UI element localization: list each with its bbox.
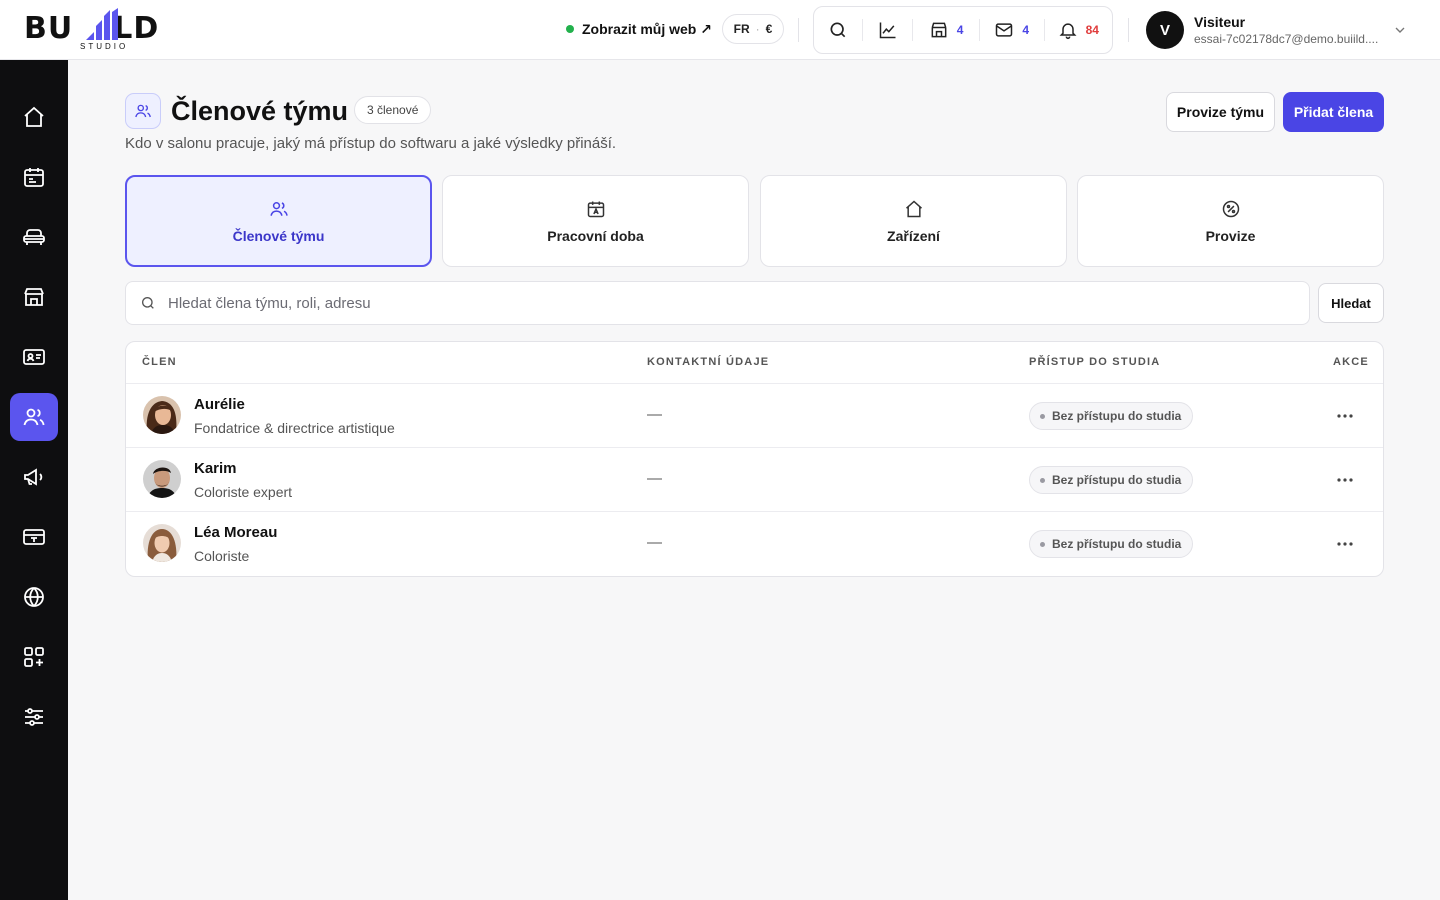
chair-icon [23,229,45,245]
header-tools: 4 4 84 [813,6,1113,54]
member-name: Léa Moreau [194,524,278,541]
column-header-contact: KONTAKTNÍ ÚDAJE [647,356,770,368]
divider [1128,18,1129,42]
stats-button[interactable] [863,7,913,53]
column-header-access: PŘÍSTUP DO STUDIA [1029,356,1161,368]
sidebar-item-apps[interactable] [10,633,58,681]
sliders-icon [25,708,43,726]
more-horizontal-icon [1337,542,1353,546]
sidebar-item-services[interactable] [10,213,58,261]
mail-icon [996,23,1013,37]
avatar [143,524,181,562]
sidebar-item-clients[interactable] [10,333,58,381]
table-header: ČLEN KONTAKTNÍ ÚDAJE PŘÍSTUP DO STUDIA A… [126,342,1383,384]
member-role: Coloriste [194,548,250,564]
bell-icon [1059,23,1077,40]
search-input[interactable] [168,294,1268,312]
more-horizontal-icon [1337,478,1353,482]
more-horizontal-icon [1337,414,1353,418]
avatar [143,460,181,498]
tab-team-members[interactable]: Členové týmu [125,175,432,267]
team-icon [269,201,288,216]
user-name: Visiteur [1194,14,1246,30]
megaphone-icon [24,468,43,486]
user-menu[interactable]: V Visiteur essai-7c02178dc7@demo.buiild.… [1146,10,1378,50]
contact-info: — [647,534,662,551]
row-actions-button[interactable] [1332,468,1358,492]
team-icon [23,408,45,426]
contact-info: — [647,470,662,487]
sidebar-item-home[interactable] [10,93,58,141]
chart-line-icon [879,22,896,39]
store-icon [24,288,44,306]
status-badge: Bez přístupu do studia [1029,402,1194,430]
search-icon [830,22,846,38]
tab-working-hours[interactable]: Pracovní doba [442,175,749,267]
store-icon [931,22,947,38]
contact-card-icon [23,349,45,365]
add-member-button[interactable]: Přidat člena [1283,92,1384,132]
logo[interactable]: BU LD STUDIO [24,8,184,52]
row-actions-button[interactable] [1332,404,1358,428]
user-email: essai-7c02178dc7@demo.buiild.... [1194,32,1379,46]
calendar-icon [587,201,604,217]
calendar-icon [24,168,44,187]
page-icon [125,93,161,129]
payment-terminal-icon [23,529,45,545]
view-site-link[interactable]: Zobrazit můj web ↗ [566,18,712,40]
status-badge: Bez přístupu do studia [1029,466,1194,494]
member-role: Coloriste expert [194,484,293,500]
team-members-table: ČLEN KONTAKTNÍ ÚDAJE PŘÍSTUP DO STUDIA A… [125,341,1384,577]
sidebar-item-calendar[interactable] [10,153,58,201]
logo-bars-icon [86,8,118,40]
team-commission-button[interactable]: Provize týmu [1166,92,1275,132]
sidebar-item-website[interactable] [10,573,58,621]
table-row[interactable]: Léa Moreau Coloriste — Bez přístupu do s… [126,512,1383,576]
search-submit-button[interactable]: Hledat [1318,283,1384,323]
member-role: Fondatrice & directrice artistique [194,420,395,436]
row-actions-button[interactable] [1332,532,1358,556]
notifications-button[interactable]: 84 [1045,7,1113,53]
contact-info: — [647,406,662,423]
apps-add-icon [24,647,44,667]
home-icon [24,106,44,127]
search-bar [125,281,1310,325]
divider [798,18,799,42]
sidebar-item-team[interactable] [10,393,58,441]
sidebar-item-payments[interactable] [10,513,58,561]
page-title: Členové týmu [171,96,349,126]
mail-button[interactable]: 4 [980,7,1044,53]
team-icon [135,104,151,118]
search-button[interactable] [814,7,862,53]
member-count-badge: 3 členové [354,96,432,124]
tab-equipment[interactable]: Zařízení [760,175,1067,267]
avatar [143,396,181,434]
member-name: Karim [194,460,237,477]
column-header-member: ČLEN [142,356,177,368]
tab-commissions[interactable]: Provize [1077,175,1384,267]
globe-icon [24,587,44,607]
avatar: V [1146,11,1184,49]
sidebar-item-settings[interactable] [10,693,58,741]
home-icon [905,199,922,217]
language-currency-switch[interactable]: FR · € [722,14,784,44]
chevron-down-icon[interactable] [1392,22,1408,38]
sidebar [0,60,68,900]
percent-icon [1222,200,1239,217]
member-name: Aurélie [194,396,245,413]
sidebar-item-salon[interactable] [10,273,58,321]
online-status-dot [566,25,574,33]
column-header-actions: AKCE [1333,356,1369,368]
top-bar: BULD STUDIO Zobrazit můj web ↗ FR · € 4 [0,0,1440,60]
stores-button[interactable]: 4 [913,7,979,53]
table-row[interactable]: Aurélie Fondatrice & directrice artistiq… [126,384,1383,448]
search-icon [142,297,154,309]
sidebar-item-marketing[interactable] [10,453,58,501]
table-row[interactable]: Karim Coloriste expert — Bez přístupu do… [126,448,1383,512]
status-badge: Bez přístupu do studia [1029,530,1194,558]
page-subtitle: Kdo v salonu pracuje, jaký má přístup do… [125,135,617,152]
